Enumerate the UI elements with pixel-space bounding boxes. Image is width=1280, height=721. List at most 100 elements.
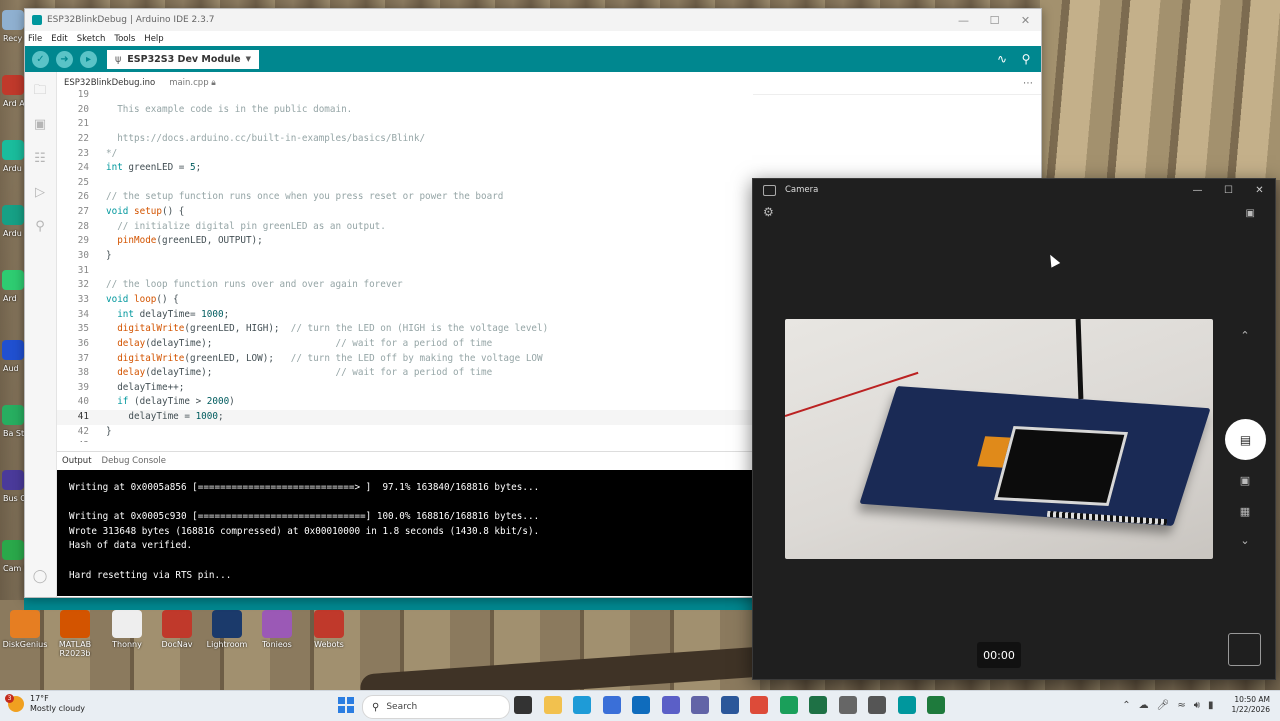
microphone-icon[interactable]: 🎤︎ (1157, 700, 1170, 711)
switch-camera-icon[interactable]: ▣ (1246, 208, 1255, 219)
code-line[interactable]: 20 This example code is in the public do… (57, 103, 753, 118)
close-button[interactable]: ✕ (1010, 9, 1041, 31)
camera-close-button[interactable]: ✕ (1244, 179, 1275, 201)
code-line[interactable]: 40 if (delayTime > 2000) (57, 395, 753, 410)
clock[interactable]: 10:50 AM 1/22/2026 (1232, 695, 1270, 715)
chevron-up-icon[interactable]: ⌃ (1215, 329, 1275, 342)
desktop-shortcut-icon[interactable] (314, 610, 344, 638)
code-app-icon[interactable] (927, 696, 945, 714)
code-line[interactable]: 25 (57, 176, 753, 191)
menu-tools[interactable]: Tools (114, 34, 135, 44)
camera-titlebar[interactable]: Camera — ☐ ✕ (753, 179, 1275, 201)
excel-like-icon[interactable] (809, 696, 827, 714)
camera-icon[interactable] (868, 696, 886, 714)
code-line[interactable]: 37 digitalWrite(greenLED, LOW); // turn … (57, 352, 753, 367)
board-manager-icon[interactable]: ▣ (32, 118, 48, 132)
camera-maximize-button[interactable]: ☐ (1213, 179, 1244, 201)
menu-file[interactable]: File (28, 34, 42, 44)
desktop-shortcut-icon[interactable] (2, 205, 24, 225)
code-line[interactable]: 35 digitalWrite(greenLED, HIGH); // turn… (57, 322, 753, 337)
code-line[interactable]: 26 // the setup function runs once when y… (57, 190, 753, 205)
desktop-shortcut-icon[interactable] (2, 10, 24, 30)
library-icon[interactable]: ☷ (32, 152, 48, 166)
code-line[interactable]: 36 delay(delayTime); // wait for a perio… (57, 337, 753, 352)
menu-sketch[interactable]: Sketch (77, 34, 106, 44)
serial-monitor-icon[interactable]: ⚲ (1017, 50, 1035, 68)
maximize-button[interactable]: ☐ (979, 9, 1010, 31)
outlook-icon[interactable] (632, 696, 650, 714)
desktop-shortcut-icon[interactable] (2, 540, 24, 560)
chevron-down-icon[interactable]: ⌄ (1215, 534, 1275, 547)
tray-overflow-icon[interactable]: ⌃ (1122, 700, 1130, 711)
tab-output[interactable]: Output (57, 456, 97, 466)
edge-icon[interactable] (573, 696, 591, 714)
word-icon[interactable] (720, 696, 739, 714)
code-line[interactable]: 38 delay(delayTime); // wait for a perio… (57, 366, 753, 381)
arduino-icon[interactable] (897, 696, 916, 714)
gear-icon[interactable]: ⚙ (763, 205, 774, 219)
battery-icon[interactable]: ▮ (1208, 700, 1214, 711)
desktop-shortcut-icon[interactable] (2, 470, 24, 490)
code-line[interactable]: 24 int greenLED = 5; (57, 161, 753, 176)
code-line[interactable]: 34 int delayTime= 1000; (57, 308, 753, 323)
code-line[interactable]: 19 (57, 88, 753, 103)
search-icon[interactable]: ⚲ (32, 220, 48, 234)
code-line[interactable]: 32 // the loop function runs over and ove… (57, 278, 753, 293)
store-icon[interactable] (602, 696, 621, 714)
desktop-shortcut-icon[interactable] (262, 610, 292, 638)
last-capture-thumbnail[interactable] (1228, 633, 1261, 666)
code-line[interactable]: 39 delayTime++; (57, 381, 753, 396)
code-editor[interactable]: 19 20 This example code is in the public … (57, 88, 753, 442)
code-line[interactable]: 43 (57, 439, 753, 442)
wifi-icon[interactable]: ≈ (1177, 700, 1185, 711)
task-view-icon[interactable] (514, 696, 532, 714)
output-console[interactable]: Writing at 0x0005a856 [=================… (57, 470, 753, 596)
desktop-shortcut-icon[interactable] (112, 610, 142, 638)
volume-icon[interactable]: 🔊︎ (1194, 700, 1200, 711)
code-line[interactable]: 30} (57, 249, 753, 264)
onedrive-icon[interactable]: ☁ (1139, 700, 1149, 711)
desktop-shortcut-icon[interactable] (10, 610, 40, 638)
chrome-dev-icon[interactable] (779, 696, 798, 714)
desktop-shortcut-icon[interactable] (2, 405, 24, 425)
start-button[interactable] (338, 697, 354, 713)
code-line[interactable]: 41 delayTime = 1000; (57, 410, 753, 425)
menu-help[interactable]: Help (144, 34, 163, 44)
verify-button[interactable]: ✓ (32, 50, 49, 68)
desktop-shortcut-icon[interactable] (212, 610, 242, 638)
serial-plotter-icon[interactable]: ∿ (993, 50, 1011, 68)
debug-button[interactable]: ▸ (80, 50, 97, 68)
weather-widget[interactable]: 3 17°F Mostly cloudy (5, 694, 85, 714)
record-video-button[interactable]: ▤ (1225, 419, 1266, 460)
file-explorer-icon[interactable] (543, 696, 562, 714)
code-line[interactable]: 22 https://docs.arduino.cc/built-in-exam… (57, 132, 753, 147)
code-line[interactable]: 23 */ (57, 147, 753, 162)
desktop-shortcut-icon[interactable] (162, 610, 192, 638)
desktop-shortcut-icon[interactable] (2, 340, 24, 360)
ide-titlebar[interactable]: ESP32BlinkDebug | Arduino IDE 2.3.7 — ☐ … (25, 9, 1041, 31)
code-line[interactable]: 31 (57, 264, 753, 279)
code-line[interactable]: 33 void loop() { (57, 293, 753, 308)
code-line[interactable]: 27 void setup() { (57, 205, 753, 220)
qr-code-icon[interactable]: ▦ (1215, 505, 1275, 518)
menu-edit[interactable]: Edit (51, 34, 67, 44)
desktop-shortcut-icon[interactable] (60, 610, 90, 638)
upload-button[interactable]: ➜ (56, 50, 73, 68)
desktop-shortcut-icon[interactable] (2, 75, 24, 95)
code-line[interactable]: 21 (57, 117, 753, 132)
board-selector[interactable]: ψ ESP32S3 Dev Module ▼ (107, 49, 259, 69)
camera-minimize-button[interactable]: — (1182, 179, 1213, 201)
code-line[interactable]: 42} (57, 425, 753, 440)
photo-mode-icon[interactable]: ▣ (1215, 474, 1275, 487)
more-tabs-icon[interactable]: ⋯ (1023, 78, 1033, 89)
code-line[interactable]: 29 pinMode(greenLED, OUTPUT); (57, 234, 753, 249)
teams-icon[interactable] (691, 696, 709, 714)
debug-sidebar-icon[interactable]: ▷ (32, 186, 48, 200)
taskbar-search[interactable]: ⚲ Search (362, 695, 510, 719)
chrome-icon[interactable] (750, 696, 768, 714)
teams-chat-icon[interactable] (661, 696, 680, 714)
settings-icon[interactable] (838, 696, 857, 714)
tab-debug-console[interactable]: Debug Console (97, 456, 171, 466)
code-line[interactable]: 28 // initialize digital pin greenLED as… (57, 220, 753, 235)
account-icon[interactable]: ◯ (32, 570, 48, 584)
